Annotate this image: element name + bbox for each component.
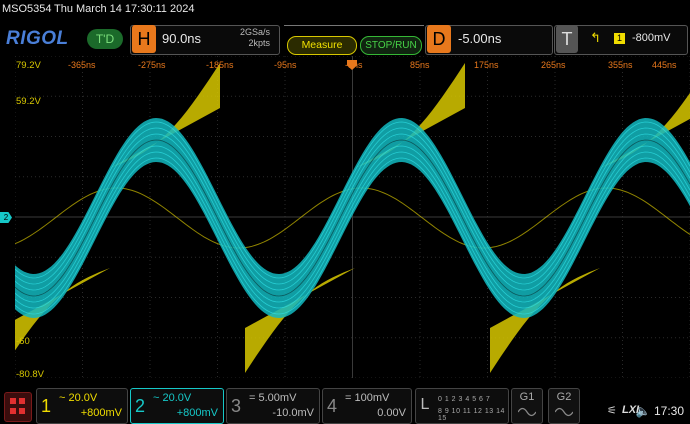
bottom-channel-bar: 1 ~ 20.0V +800mV 2 ~ 20.0V +800mV 3 = 5.… [0, 384, 690, 424]
main-menu-icon[interactable] [4, 392, 32, 422]
logic-analyzer-panel[interactable]: L 0 1 2 3 4 5 6 7 8 9 10 11 12 13 14 15 [415, 388, 509, 424]
top-control-bar: RIGOL T'D H 90.0ns 2GSa/s 2kpts Measure … [0, 22, 690, 56]
channel-3-offset: -10.0mV [272, 407, 314, 419]
delay-key[interactable]: D [427, 25, 451, 53]
channel-3-number: 3 [230, 396, 241, 416]
rigol-logo: RIGOL [6, 28, 69, 49]
x-label: -365ns [68, 60, 96, 70]
horizontal-key[interactable]: H [132, 25, 156, 53]
logic-channels-low: 0 1 2 3 4 5 6 7 [438, 396, 491, 403]
memory-position-indicator [284, 25, 424, 34]
top-status-line: MSO5354 Thu March 14 17:30:11 2024 [0, 0, 690, 22]
channel-1-scale: 20.0V [68, 392, 98, 404]
channel-3-scale: 5.00mV [258, 392, 297, 404]
stop-run-button[interactable]: STOP/RUN [360, 36, 422, 55]
dc-coupling-icon: = [249, 392, 256, 404]
channel-2-offset: +800mV [176, 407, 218, 419]
channel-4-scale: 100mV [354, 392, 390, 404]
acquisition-info: 2GSa/s 2kpts [226, 27, 270, 49]
generator-1-button[interactable]: G1 [511, 388, 543, 424]
x-label: 85ns [410, 60, 430, 70]
channel-4-offset: 0.00V [377, 407, 406, 419]
ac-coupling-icon: ~ [59, 392, 66, 404]
logic-channels-high: 8 9 10 11 12 13 14 15 [438, 408, 505, 422]
x-label: 355ns [608, 60, 633, 70]
channel-1-number: 1 [40, 396, 51, 416]
generator-2-button[interactable]: G2 [548, 388, 580, 424]
sine-wave-icon [555, 407, 573, 417]
x-label: 265ns [541, 60, 566, 70]
logic-key: L [420, 396, 430, 413]
usb-icon: ⚟ [607, 405, 617, 417]
sine-wave-icon [518, 407, 536, 417]
channel-3-panel[interactable]: 3 = 5.00mV -10.0mV [226, 388, 320, 424]
y-label-bottom: -80.8V [16, 369, 44, 380]
sample-rate: 2GSa/s [239, 27, 270, 37]
generator-2-label: G2 [556, 391, 572, 403]
channel-2-number: 2 [134, 396, 145, 416]
y-label-upper: 59.2V [16, 96, 41, 107]
generator-1-label: G1 [519, 391, 535, 403]
channel-1-offset: +800mV [80, 407, 122, 419]
memory-depth: 2kpts [248, 38, 270, 48]
x-label: 445ns [652, 60, 677, 70]
x-label: -185ns [206, 60, 234, 70]
channel-2-scale: 20.0V [162, 392, 192, 404]
ac-coupling-icon: ~ [153, 392, 160, 404]
ch2-level-marker[interactable]: 2 [0, 212, 12, 223]
measure-button[interactable]: Measure [287, 36, 357, 55]
delay-value: -5.00ns [458, 31, 502, 46]
speaker-icon[interactable]: 🔈 [636, 404, 651, 418]
trigger-key[interactable]: T [556, 25, 578, 53]
y-label-top: 79.2V [16, 60, 41, 71]
channel-2-panel[interactable]: 2 ~ 20.0V +800mV [130, 388, 224, 424]
td-button[interactable]: T'D [87, 29, 123, 49]
x-label: 175ns [474, 60, 499, 70]
channel-4-number: 4 [326, 396, 337, 416]
x-label: -95ns [274, 60, 297, 70]
trigger-source-badge: 1 [614, 33, 625, 44]
channel-4-panel[interactable]: 4 = 100mV 0.00V [322, 388, 412, 424]
timebase-value: 90.0ns [162, 31, 202, 46]
datetime-label: Thu March 14 17:30:11 2024 [54, 3, 195, 15]
rising-edge-icon: ↰ [590, 30, 601, 45]
x-label: -275ns [138, 60, 166, 70]
model-label: MSO5354 [2, 3, 52, 15]
waveform-display[interactable] [15, 56, 690, 378]
dc-coupling-icon: = [345, 392, 352, 404]
trigger-level: -800mV [632, 32, 671, 44]
y-label-lower: -60 [16, 336, 30, 347]
channel-1-panel[interactable]: 1 ~ 20.0V +800mV [36, 388, 128, 424]
clock-time: 17:30 [653, 404, 684, 418]
